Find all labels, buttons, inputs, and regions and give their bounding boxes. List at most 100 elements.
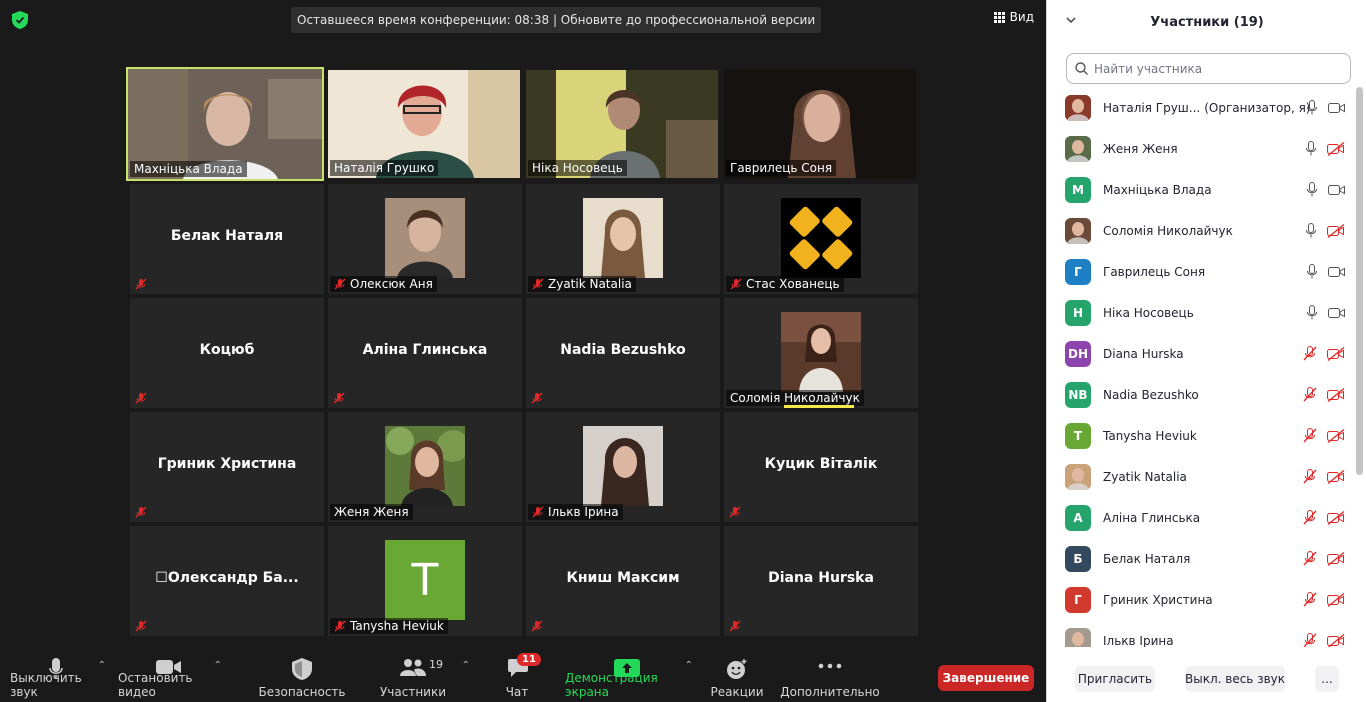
mic-muted-icon[interactable] [1303, 387, 1317, 402]
participant-status-icons [1303, 387, 1345, 402]
video-off-icon[interactable] [1327, 346, 1345, 361]
mic-muted-icon[interactable] [1303, 510, 1317, 525]
participant-status-icons [1306, 264, 1345, 279]
participant-row[interactable]: Женя Женя [1047, 128, 1353, 169]
mic-muted-icon[interactable] [1303, 551, 1317, 566]
participant-row[interactable]: Ількв Ірина [1047, 620, 1353, 647]
video-camera-icon[interactable] [1328, 307, 1345, 319]
reactions-button[interactable]: Реакции [711, 654, 764, 702]
video-tile[interactable]: Наталія Грушко [328, 70, 520, 178]
microphone-icon[interactable] [1306, 264, 1318, 279]
chevron-up-icon[interactable]: ⌃ [98, 660, 106, 671]
video-off-icon[interactable] [1327, 141, 1345, 156]
video-off-icon[interactable] [1327, 223, 1345, 238]
tile-name-label: Женя Женя [330, 504, 413, 520]
microphone-icon[interactable] [1306, 100, 1318, 115]
participant-tile[interactable]: ☐Олександр Ба... [130, 526, 324, 636]
search-input[interactable] [1094, 61, 1334, 76]
security-label: Безопасность [258, 685, 346, 699]
participant-row[interactable]: Н Ніка Носовець [1047, 292, 1353, 333]
participant-row[interactable]: М Махніцька Влада [1047, 169, 1353, 210]
video-off-icon[interactable] [1327, 592, 1345, 607]
mute-all-button[interactable]: Выкл. весь звук [1185, 666, 1285, 692]
participant-status-icons [1303, 592, 1345, 607]
participant-tile[interactable]: Коцюб [130, 298, 324, 408]
mic-muted-icon[interactable] [1303, 428, 1317, 443]
participant-search[interactable] [1066, 53, 1351, 84]
participant-tile[interactable]: Гриник Христина [130, 412, 324, 522]
avatar [1065, 463, 1091, 490]
microphone-icon[interactable] [1306, 182, 1318, 197]
time-remaining-banner[interactable]: Оставшееся время конференции: 08:38 | Об… [291, 7, 822, 33]
participants-label: Участники [379, 685, 447, 699]
chevron-up-icon[interactable]: ⌃ [462, 660, 470, 671]
chat-unread-badge: 11 [517, 653, 541, 666]
participant-row[interactable]: T Tanysha Heviuk [1047, 415, 1353, 456]
mic-muted-icon [531, 620, 543, 632]
video-off-icon[interactable] [1327, 551, 1345, 566]
participant-tile[interactable]: Diana Hurska [724, 526, 918, 636]
video-off-icon[interactable] [1327, 633, 1345, 648]
video-off-icon[interactable] [1327, 428, 1345, 443]
participant-tile[interactable]: Книш Максим [526, 526, 720, 636]
tile-name-label: Махніцька Влада [130, 161, 247, 177]
participant-tile[interactable]: Белак Наталя [130, 184, 324, 294]
stop-video-button[interactable]: ⌃ Остановить видео [118, 654, 222, 702]
encryption-shield-icon[interactable] [12, 11, 28, 29]
chat-button[interactable]: 11 Чат [498, 653, 541, 702]
participant-tile[interactable]: Аліна Глинська [328, 298, 522, 408]
participants-button[interactable]: 19 ⌃ Участники [379, 654, 470, 702]
mic-muted-icon [135, 620, 147, 632]
view-button[interactable]: Вид [993, 10, 1034, 24]
participant-row[interactable]: Соломія Николайчук [1047, 210, 1353, 251]
chevron-up-icon[interactable]: ⌃ [214, 660, 222, 671]
video-camera-icon[interactable] [1328, 184, 1345, 196]
participant-row[interactable]: Наталія Груш... (Организатор, я) [1047, 87, 1353, 128]
mic-muted-icon[interactable] [1303, 469, 1317, 484]
video-off-icon[interactable] [1327, 387, 1345, 402]
security-button[interactable]: Безопасность [259, 654, 346, 702]
participant-row[interactable]: Zyatik Natalia [1047, 456, 1353, 497]
microphone-icon[interactable] [1306, 305, 1318, 320]
participant-row[interactable]: Б Белак Наталя [1047, 538, 1353, 579]
participant-row[interactable]: А Аліна Глинська [1047, 497, 1353, 538]
mute-button[interactable]: ⌃ Выключить звук [10, 654, 106, 702]
participant-tile[interactable]: Ількв Ірина [526, 412, 720, 522]
avatar: T [1065, 422, 1091, 449]
share-screen-button[interactable]: ⌃ Демонстрация экрана [565, 654, 693, 702]
video-camera-icon[interactable] [1328, 266, 1345, 278]
video-tile[interactable]: Махніцька Влада [126, 67, 324, 181]
invite-button[interactable]: Пригласить [1075, 666, 1155, 692]
participant-row[interactable]: NB Nadia Bezushko [1047, 374, 1353, 415]
chevron-up-icon[interactable]: ⌃ [685, 660, 693, 671]
more-button[interactable]: Дополнительно [780, 654, 880, 702]
mic-muted-icon[interactable] [1303, 346, 1317, 361]
mic-muted-icon[interactable] [1303, 592, 1317, 607]
participant-tile[interactable]: Олексюк Аня [328, 184, 522, 294]
video-off-icon[interactable] [1327, 469, 1345, 484]
participant-tile[interactable]: T Tanysha Heviuk [328, 526, 522, 636]
participant-tile[interactable]: Стас Хованець [724, 184, 918, 294]
video-tile[interactable]: Гаврилець Соня [724, 70, 916, 178]
video-camera-icon[interactable] [1328, 102, 1345, 114]
participant-tile[interactable]: Zyatik Natalia [526, 184, 720, 294]
profile-picture [583, 426, 663, 506]
participant-row[interactable]: Г Гаврилець Соня [1047, 251, 1353, 292]
microphone-icon[interactable] [1305, 141, 1317, 156]
end-meeting-button[interactable]: Завершение [938, 665, 1034, 691]
participant-row[interactable]: Г Гриник Христина [1047, 579, 1353, 620]
participant-tile[interactable]: Женя Женя [328, 412, 522, 522]
tile-center-name: ☐Олександр Ба... [155, 570, 299, 586]
participant-tile[interactable]: Nadia Bezushko [526, 298, 720, 408]
participant-row[interactable]: DH Diana Hurska [1047, 333, 1353, 374]
video-off-icon[interactable] [1327, 510, 1345, 525]
participant-tile[interactable]: Соломія Николайчук [724, 298, 918, 408]
participant-tile[interactable]: Куцик Віталік [724, 412, 918, 522]
participant-list-scrollbar[interactable] [1356, 87, 1363, 647]
video-tile[interactable]: Ніка Носовець [526, 70, 718, 178]
tile-center-name: Коцюб [199, 342, 255, 358]
microphone-icon[interactable] [1305, 223, 1317, 238]
mic-muted-icon[interactable] [1303, 633, 1317, 647]
participant-name: Nadia Bezushko [1103, 387, 1199, 402]
panel-more-button[interactable]: ... [1315, 666, 1339, 692]
